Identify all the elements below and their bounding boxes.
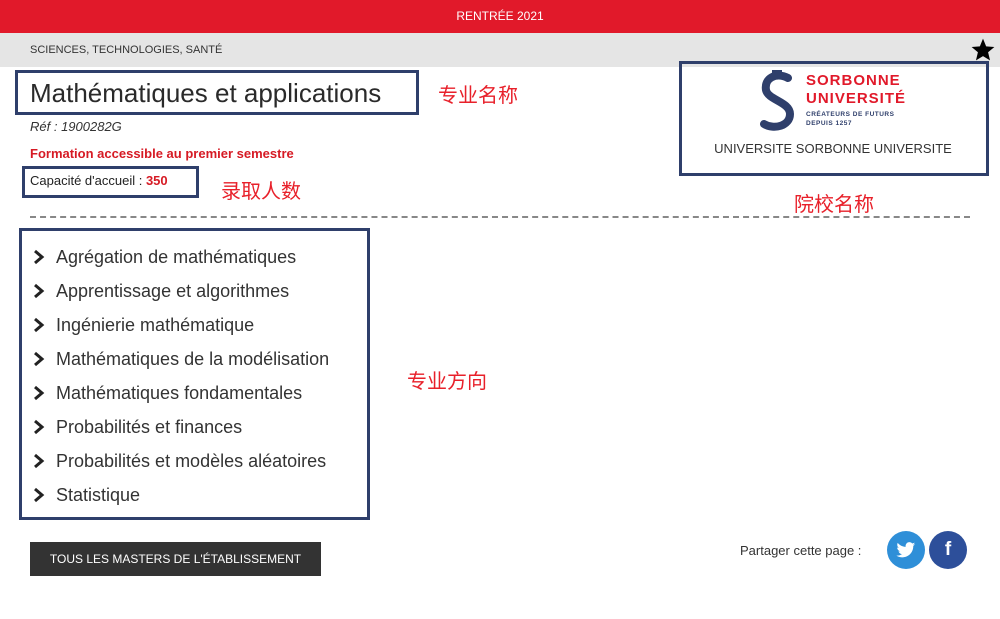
sorbonne-logo: SORBONNE UNIVERSITÉ CRÉATEURS DE FUTURS … bbox=[758, 70, 918, 134]
track-label: Statistique bbox=[56, 484, 141, 505]
chevron-right-icon bbox=[34, 351, 45, 367]
rentree-banner: RENTRÉE 2021 bbox=[0, 0, 1000, 33]
track-item[interactable]: Ingénierie mathématique bbox=[33, 308, 329, 342]
program-page: RENTRÉE 2021 SCIENCES, TECHNOLOGIES, SAN… bbox=[0, 0, 1000, 619]
track-label: Mathématiques de la modélisation bbox=[56, 348, 330, 369]
logo-tagline: CRÉATEURS DE FUTURS bbox=[806, 111, 895, 118]
track-item[interactable]: Agrégation de mathématiques bbox=[33, 240, 329, 274]
program-reference: Réf : 1900282G bbox=[30, 119, 122, 134]
chevron-right-icon bbox=[34, 283, 45, 299]
annotation-institution: 院校名称 bbox=[794, 194, 874, 216]
capacity-value: 350 bbox=[145, 173, 168, 188]
track-item[interactable]: Probabilités et modèles aléatoires bbox=[33, 444, 329, 478]
semester-note: Formation accessible au premier semestre bbox=[30, 146, 294, 161]
track-label: Mathématiques fondamentales bbox=[56, 382, 303, 403]
track-list: Agrégation de mathématiques Apprentissag… bbox=[33, 240, 329, 512]
track-label: Agrégation de mathématiques bbox=[56, 246, 297, 267]
facebook-icon: f bbox=[944, 539, 952, 560]
star-icon[interactable] bbox=[970, 37, 996, 63]
all-masters-button[interactable]: TOUS LES MASTERS DE L'ÉTABLISSEMENT bbox=[30, 542, 321, 576]
twitter-icon bbox=[896, 541, 916, 557]
capacity: Capacité d'accueil : 350 bbox=[30, 173, 168, 188]
annotation-tracks: 专业方向 bbox=[407, 371, 487, 393]
track-item[interactable]: Probabilités et finances bbox=[33, 410, 329, 444]
annotation-capacity: 录取人数 bbox=[221, 181, 301, 203]
chevron-right-icon bbox=[34, 317, 45, 333]
track-item[interactable]: Mathématiques de la modélisation bbox=[33, 342, 329, 376]
share-label: Partager cette page : bbox=[740, 543, 862, 558]
facebook-share-button[interactable]: f bbox=[929, 531, 967, 569]
chevron-right-icon bbox=[34, 453, 45, 469]
track-item[interactable]: Mathématiques fondamentales bbox=[33, 376, 329, 410]
page-title: Mathématiques et applications bbox=[30, 78, 382, 108]
track-label: Probabilités et modèles aléatoires bbox=[56, 450, 327, 471]
chevron-right-icon bbox=[34, 385, 45, 401]
track-item[interactable]: Apprentissage et algorithmes bbox=[33, 274, 329, 308]
logo-since: DEPUIS 1257 bbox=[806, 120, 852, 127]
track-label: Apprentissage et algorithmes bbox=[56, 280, 290, 301]
logo-line-sorbonne: SORBONNE bbox=[806, 72, 901, 89]
annotation-program-name: 专业名称 bbox=[438, 85, 518, 107]
twitter-share-button[interactable] bbox=[887, 531, 925, 569]
university-emblem-icon bbox=[760, 70, 795, 131]
track-item[interactable]: Statistique bbox=[33, 478, 329, 512]
track-label: Ingénierie mathématique bbox=[56, 314, 255, 335]
chevron-right-icon bbox=[34, 419, 45, 435]
track-label: Probabilités et finances bbox=[56, 416, 243, 437]
section-divider bbox=[30, 216, 970, 218]
capacity-label: Capacité d'accueil : bbox=[30, 173, 146, 188]
logo-line-universite: UNIVERSITÉ bbox=[806, 90, 907, 107]
chevron-right-icon bbox=[34, 249, 45, 265]
institution-name: UNIVERSITE SORBONNE UNIVERSITE bbox=[714, 141, 952, 156]
chevron-right-icon bbox=[34, 487, 45, 503]
